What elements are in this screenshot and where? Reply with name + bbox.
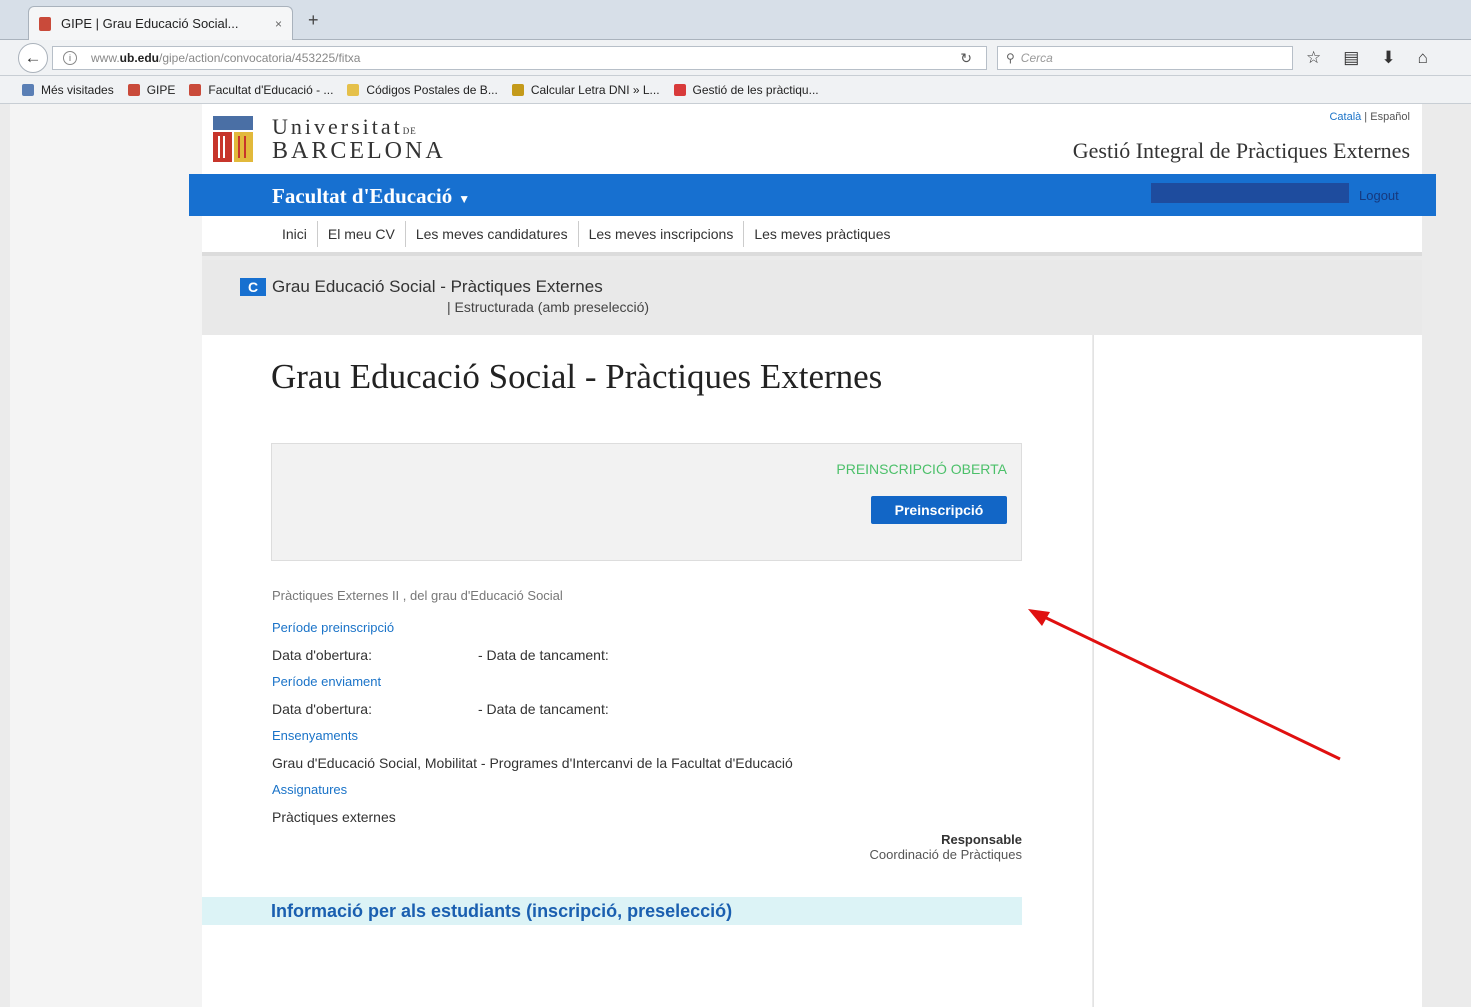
faculty-label: Facultat d'Educació xyxy=(272,184,453,208)
faculty-dropdown[interactable]: Facultat d'Educació ▼ xyxy=(272,184,470,209)
menu-item-candidatures[interactable]: Les meves candidatures xyxy=(406,221,579,247)
lang-separator: | xyxy=(1361,111,1371,123)
page-title: Grau Educació Social - Pràctiques Extern… xyxy=(271,357,883,396)
site-favicon-icon xyxy=(39,16,51,31)
bookmark-star-icon[interactable]: ☆ xyxy=(1306,48,1321,68)
site-favicon-icon xyxy=(673,83,686,96)
site-favicon-icon xyxy=(127,83,140,96)
responsable-label: Responsable xyxy=(941,832,1022,847)
periode-preinscripcio-label: Període preinscripció xyxy=(272,620,395,635)
bookmark-label: Gestió de les pràctiqu... xyxy=(692,82,819,97)
search-icon: ⚲ xyxy=(1006,51,1015,65)
caret-down-icon: ▼ xyxy=(458,192,471,206)
convocatoria-badge: C xyxy=(240,278,266,296)
description-text: Pràctiques Externes II , del grau d'Educ… xyxy=(272,588,563,603)
bookmark-label: GIPE xyxy=(146,82,176,97)
assignatures-label: Assignatures xyxy=(272,782,348,797)
student-info-section[interactable]: Informació per als estudiants (inscripci… xyxy=(202,897,1022,925)
clipboard-icon[interactable]: ▤ xyxy=(1343,48,1359,68)
annotation-arrow-icon xyxy=(1028,609,1341,761)
home-icon[interactable]: ⌂ xyxy=(1418,48,1428,68)
web-page: UniversitatDE BARCELONA Català | Español… xyxy=(0,104,1471,1007)
data-tancament-label: - Data de tancament: xyxy=(478,647,609,663)
data-obertura-label: Data d'obertura: xyxy=(272,647,372,663)
bookmark-item[interactable]: Facultat d'Educació - ... xyxy=(189,83,333,97)
bookmark-item[interactable]: Códigos Postales de B... xyxy=(347,82,498,97)
bookmark-label: Calcular Letra DNI » L... xyxy=(530,82,660,97)
university-name-line1: UniversitatDE xyxy=(272,114,417,140)
responsable-block: Responsable Coordinació de Pràctiques xyxy=(870,832,1022,862)
bookmark-folder-icon xyxy=(22,83,34,96)
menu-item-inici[interactable]: Inici xyxy=(272,221,318,247)
language-switcher: Català | Español xyxy=(1329,111,1410,123)
bookmark-item[interactable]: Gestió de les pràctiqu... xyxy=(673,82,819,97)
bookmark-item[interactable]: GIPE xyxy=(127,82,176,97)
breadcrumb-title: Grau Educació Social - Pràctiques Extern… xyxy=(272,277,603,296)
envelope-icon xyxy=(347,83,360,96)
menu-item-practiques[interactable]: Les meves pràctiques xyxy=(744,221,900,247)
ensenyaments-label: Ensenyaments xyxy=(272,728,358,743)
main-menu: Inici El meu CV Les meves candidatures L… xyxy=(202,216,1422,256)
new-tab-button[interactable]: + xyxy=(308,10,319,31)
status-badge: PREINSCRIPCIÓ OBERTA xyxy=(836,461,1007,477)
tab-title: GIPE | Grau Educació Social... xyxy=(61,16,239,31)
browser-tab[interactable]: GIPE | Grau Educació Social... × xyxy=(28,6,293,40)
bookmark-label: Códigos Postales de B... xyxy=(366,82,498,97)
browser-navbar: ← i www. ub.edu/gipe/action/convocatoria/… xyxy=(0,40,1471,76)
menu-item-cv[interactable]: El meu CV xyxy=(318,221,406,247)
ensenyaments-value: Grau d'Educació Social, Mobilitat - Prog… xyxy=(272,755,793,771)
info-icon[interactable]: i xyxy=(63,51,77,65)
bookmark-item[interactable]: Calcular Letra DNI » L... xyxy=(511,82,660,97)
site-header: UniversitatDE BARCELONA Català | Español… xyxy=(202,104,1422,174)
breadcrumb: C Grau Educació Social - Pràctiques Exte… xyxy=(202,260,1422,335)
reload-icon[interactable]: ↻ xyxy=(960,50,972,67)
browser-tab-strip: GIPE | Grau Educació Social... × + xyxy=(0,0,1471,40)
site-favicon-icon xyxy=(189,83,202,96)
toolbar-icons: ☆ ▤ ⬇ ⌂ xyxy=(1306,48,1428,68)
lang-espanol-link[interactable]: Español xyxy=(1370,111,1410,123)
download-arrow-icon[interactable]: ⬇ xyxy=(1381,48,1395,68)
university-name-line2: BARCELONA xyxy=(272,138,446,164)
page-margin xyxy=(10,104,202,1007)
data-obertura-label: Data d'obertura: xyxy=(272,701,372,717)
bookmark-label: Més visitades xyxy=(41,82,114,97)
url-path: /gipe/action/convocatoria/453225/fitxa xyxy=(159,51,361,65)
site-favicon-icon xyxy=(511,83,524,96)
main-content: Grau Educació Social - Pràctiques Extern… xyxy=(202,335,1092,1007)
periode-enviament-label: Període enviament xyxy=(272,674,382,689)
data-tancament-label: - Data de tancament: xyxy=(478,701,609,717)
lang-catala-link[interactable]: Català xyxy=(1329,111,1361,123)
back-arrow-icon[interactable]: ← xyxy=(18,43,48,73)
menu-item-inscripcions[interactable]: Les meves inscripcions xyxy=(579,221,745,247)
search-input[interactable]: ⚲ Cerca xyxy=(997,46,1293,70)
url-domain: ub.edu xyxy=(119,51,159,65)
university-crest-icon xyxy=(213,116,253,162)
close-tab-icon[interactable]: × xyxy=(275,17,282,31)
search-placeholder: Cerca xyxy=(1020,51,1053,65)
uni-word: Universitat xyxy=(272,114,403,139)
faculty-bar: Facultat d'Educació ▼ Logout xyxy=(189,174,1436,216)
responsable-value: Coordinació de Pràctiques xyxy=(869,847,1022,862)
uni-de: DE xyxy=(402,126,417,136)
bookmarks-bar: Més visitades GIPE Facultat d'Educació -… xyxy=(0,76,1471,104)
bookmark-label: Facultat d'Educació - ... xyxy=(208,82,334,97)
bookmark-item[interactable]: Més visitades xyxy=(22,83,114,97)
student-info-heading: Informació per als estudiants (inscripci… xyxy=(271,901,733,921)
status-panel: PREINSCRIPCIÓ OBERTA Preinscripció xyxy=(271,443,1022,561)
breadcrumb-subtitle: | Estructurada (amb preselecció) xyxy=(447,299,650,315)
url-prefix: www. xyxy=(91,51,120,65)
app-title: Gestió Integral de Pràctiques Externes xyxy=(1072,138,1410,163)
assignatures-value: Pràctiques externes xyxy=(272,809,396,825)
preinscripcio-button[interactable]: Preinscripció xyxy=(871,496,1007,524)
logout-link[interactable]: Logout xyxy=(1359,188,1399,203)
user-name-redacted xyxy=(1151,183,1349,203)
address-bar[interactable]: i www. ub.edu/gipe/action/convocatoria/45… xyxy=(52,46,987,70)
